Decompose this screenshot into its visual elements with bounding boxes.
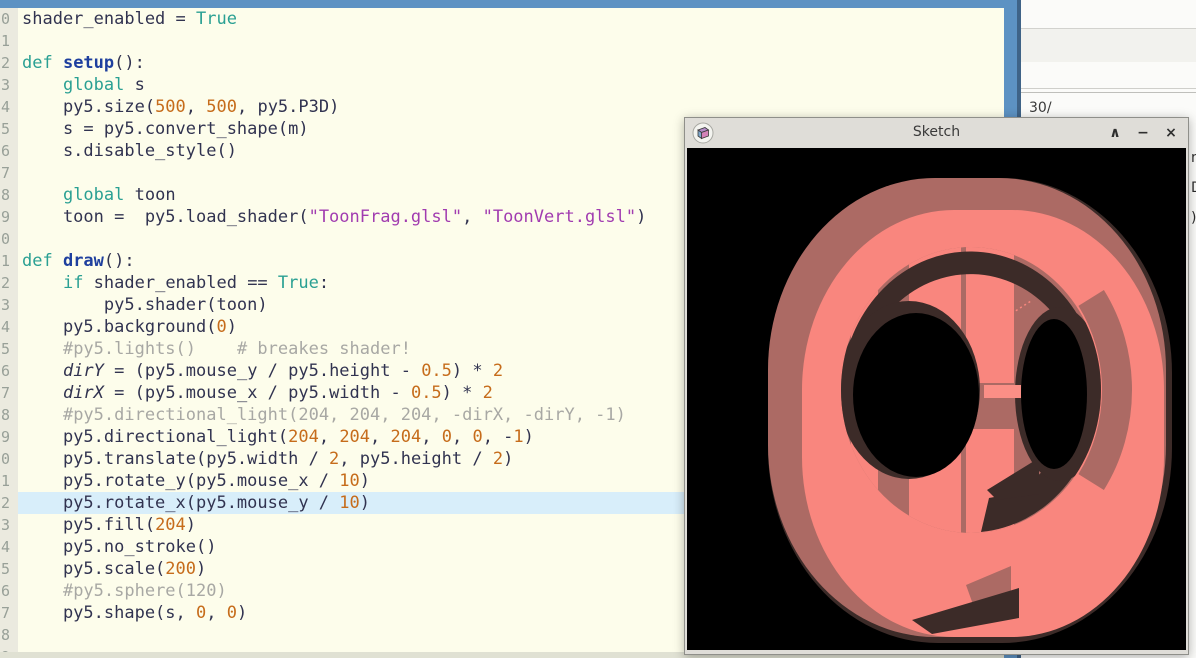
line-number: 1 <box>0 30 18 52</box>
line-number: 6 <box>0 360 18 382</box>
line-number: 2 <box>0 52 18 74</box>
shade-button[interactable]: ∧ <box>1106 124 1124 142</box>
divider-line <box>1021 92 1196 93</box>
sketch-window: Sketch ∧ − × <box>684 117 1189 655</box>
line-number: 7 <box>0 162 18 184</box>
code-line[interactable] <box>18 30 1004 52</box>
line-number: 6 <box>0 580 18 602</box>
hole-opening-left <box>853 313 979 477</box>
line-number: 7 <box>0 602 18 624</box>
line-number: 1 <box>0 250 18 272</box>
line-number: 3 <box>0 514 18 536</box>
clipped-text-fragment: n <box>1191 150 1196 166</box>
line-number: 4 <box>0 316 18 338</box>
lit-bar <box>984 385 1021 398</box>
line-number: 2 <box>0 272 18 294</box>
row-band <box>1021 29 1196 62</box>
gutter: 012345678901234567890123456789 <box>0 8 18 652</box>
line-number: 6 <box>0 140 18 162</box>
code-line[interactable]: py5.size(500, 500, py5.P3D) <box>18 96 1004 118</box>
line-number: 7 <box>0 382 18 404</box>
sketch-titlebar[interactable]: Sketch ∧ − × <box>685 118 1188 148</box>
code-line[interactable]: global s <box>18 74 1004 96</box>
line-number: 0 <box>0 448 18 470</box>
line-number: 4 <box>0 96 18 118</box>
line-number: 9 <box>0 206 18 228</box>
minimize-button[interactable]: − <box>1134 124 1152 142</box>
line-number: 8 <box>0 184 18 206</box>
clipped-text-fragment: ) <box>1191 210 1196 226</box>
hole-opening-right <box>1021 319 1087 469</box>
line-number: 0 <box>0 8 18 30</box>
clipped-text-fragment: D <box>1191 180 1196 196</box>
line-number: 5 <box>0 558 18 580</box>
line-number: 8 <box>0 624 18 646</box>
code-line[interactable]: shader_enabled = True <box>18 8 1004 30</box>
line-number: 5 <box>0 118 18 140</box>
line-number: 3 <box>0 294 18 316</box>
editor-top-border <box>0 0 1021 8</box>
line-number: 8 <box>0 404 18 426</box>
line-number: 1 <box>0 470 18 492</box>
code-line[interactable]: def setup(): <box>18 52 1004 74</box>
line-number: 5 <box>0 338 18 360</box>
line-number: 3 <box>0 74 18 96</box>
partial-row-text: 30/ <box>1029 100 1052 116</box>
line-number: 4 <box>0 536 18 558</box>
line-number: 2 <box>0 492 18 514</box>
line-number: 0 <box>0 228 18 250</box>
close-button[interactable]: × <box>1162 124 1180 142</box>
screen: 30/ n D ) 012345678901234567890123456789… <box>0 0 1196 658</box>
sketch-canvas[interactable] <box>687 148 1186 650</box>
divider-line <box>1021 88 1196 89</box>
line-number: 9 <box>0 426 18 448</box>
